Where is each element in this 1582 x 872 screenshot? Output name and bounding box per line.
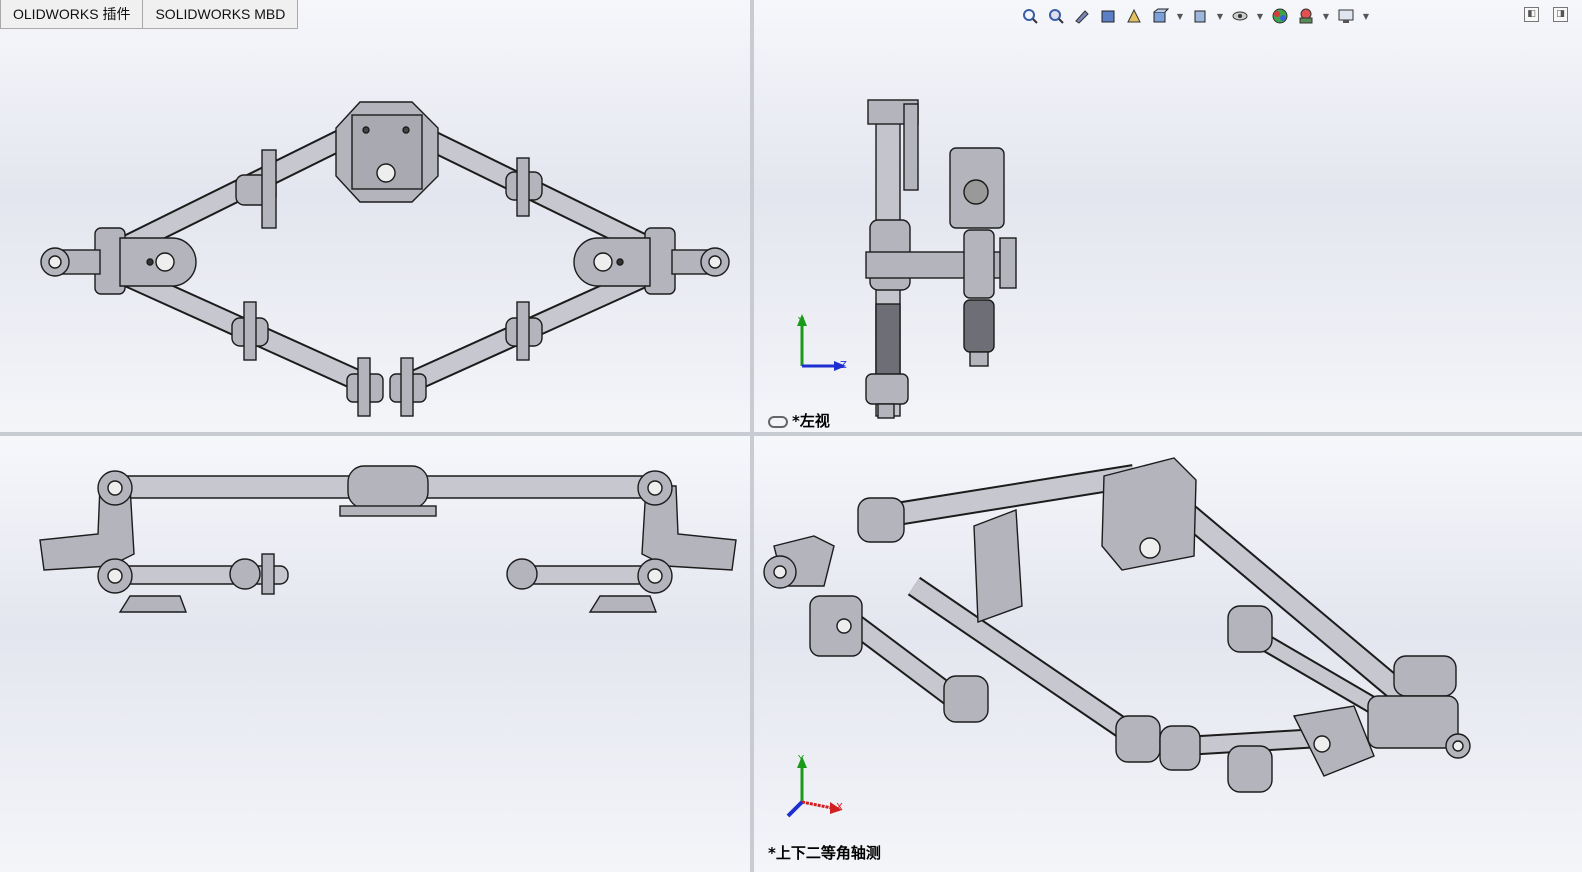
triad-isometric: Y X (786, 754, 843, 818)
viewport-top[interactable]: OLIDWORKS 插件 SOLIDWORKS MBD (0, 0, 750, 432)
svg-text:Y: Y (797, 754, 805, 765)
viewport-isometric[interactable]: Y X *上下二等角轴测 (754, 436, 1582, 872)
triad-left-view: Y Z (797, 314, 847, 371)
isometric-view-model: Y X (763, 457, 1471, 818)
view-label-left-text: *左视 (792, 412, 830, 430)
link-view-icon (768, 415, 788, 428)
view-label-left: *左视 (768, 410, 830, 431)
viewport-left[interactable]: ▼ ▼ ▼ ▼ ▼ ◧ ◨ Y Z *左视 (754, 0, 1582, 432)
left-view-model: Y Z (797, 99, 1017, 419)
view-label-isometric: *上下二等角轴测 (768, 844, 881, 862)
tab-solidworks-addins[interactable]: OLIDWORKS 插件 (0, 0, 144, 29)
command-manager-tabs: OLIDWORKS 插件 SOLIDWORKS MBD (0, 0, 299, 29)
viewport-front[interactable] (0, 436, 750, 872)
front-view-model (39, 465, 737, 613)
svg-text:Z: Z (840, 360, 847, 371)
svg-text:Y: Y (797, 316, 805, 327)
top-view-model (40, 101, 730, 417)
svg-text:X: X (836, 802, 843, 813)
tab-solidworks-mbd[interactable]: SOLIDWORKS MBD (143, 0, 299, 29)
